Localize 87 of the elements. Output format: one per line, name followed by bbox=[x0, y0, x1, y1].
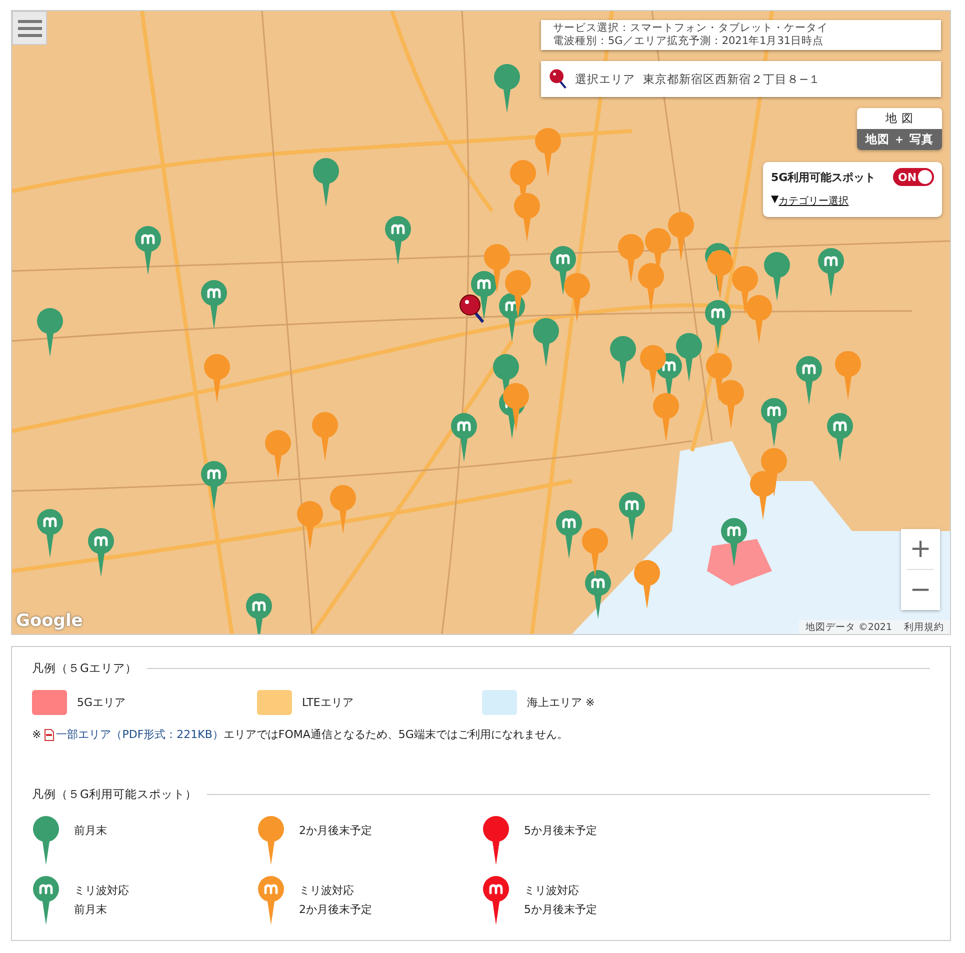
map-pin-icon bbox=[745, 295, 773, 345]
map-pin-icon bbox=[581, 528, 609, 578]
map-pin-icon bbox=[617, 234, 645, 284]
note-text: エリアではFOMA通信となるため、5G端末ではご利用になれません。 bbox=[223, 727, 568, 742]
legend-label: ミリ波対応 bbox=[524, 883, 580, 898]
terms-link[interactable]: 利用規約 bbox=[898, 620, 950, 634]
legend-label: 前月末 bbox=[74, 823, 107, 838]
legend-label: 5Gエリア bbox=[77, 695, 126, 710]
selected-area-label: 選択エリア bbox=[575, 72, 635, 86]
map-pin-icon bbox=[513, 193, 541, 243]
mmwave-pin-icon bbox=[245, 593, 273, 634]
map-pin-icon bbox=[639, 345, 667, 395]
info-text: サービス選択：スマートフォン・タブレット・ケータイ bbox=[553, 22, 829, 35]
map-pin-icon bbox=[311, 412, 339, 462]
mmwave-pin-icon bbox=[87, 528, 115, 578]
mmwave-pin-icon bbox=[200, 461, 228, 511]
legend-label: ミリ波対応 bbox=[74, 883, 129, 898]
map-pin-icon bbox=[532, 318, 560, 368]
legend-label: 5か月後末予定 bbox=[524, 902, 597, 917]
map-pin-icon bbox=[504, 270, 532, 320]
legend-label: 5か月後末予定 bbox=[524, 823, 597, 838]
mmwave-pin-icon bbox=[817, 248, 845, 298]
legend-label: 2か月後末予定 bbox=[299, 823, 372, 838]
map-pin-icon bbox=[633, 560, 661, 610]
map-pin-icon bbox=[312, 158, 340, 208]
coverage-area bbox=[707, 539, 772, 586]
category-link[interactable]: カテゴリー選択 bbox=[778, 194, 849, 208]
note-mark: ※ bbox=[32, 728, 42, 741]
map-pin-icon bbox=[667, 212, 695, 262]
map-pin-icon bbox=[203, 354, 231, 404]
zoom-in-button[interactable]: + bbox=[901, 529, 940, 569]
mmwave-pin-icon bbox=[36, 509, 64, 559]
map-view[interactable]: サービス選択：スマートフォン・タブレット・ケータイ 電波種別：5G／エリア拡充予測：2021年1月31日時点 選択エリア 東京都新宿区西新宿２丁目８−１ 地 図 地図 ＋ 写真 5G利用可能スポット ON ▼カテゴリー選択 + − Google 地図データ ©2021 利用規約 bbox=[11, 10, 951, 635]
pdf-icon bbox=[44, 728, 54, 740]
zoom-out-button[interactable]: − bbox=[901, 570, 940, 610]
mmwave-pin-icon bbox=[720, 518, 748, 568]
map-pin-icon bbox=[834, 351, 862, 401]
map-attribution: 地図データ ©2021 bbox=[804, 620, 893, 634]
map-pin-icon bbox=[296, 501, 324, 551]
mmwave-pin-icon bbox=[584, 570, 612, 620]
map-pin-icon bbox=[329, 485, 357, 535]
selected-area-address: 東京都新宿区西新宿２丁目８−１ bbox=[643, 72, 821, 86]
map-type-button[interactable]: 地 図 bbox=[857, 108, 942, 129]
mmwave-pin-icon bbox=[200, 280, 228, 330]
map-logo: Google bbox=[16, 611, 83, 631]
map-pin-icon bbox=[749, 471, 777, 521]
map-pin-icon bbox=[493, 64, 521, 114]
map-pin-icon bbox=[706, 250, 734, 300]
mmwave-pin-icon bbox=[760, 398, 788, 448]
map-pin-icon bbox=[534, 128, 562, 178]
map-pin-icon bbox=[264, 430, 292, 480]
map-pin-icon bbox=[502, 383, 530, 433]
mmwave-pin-icon bbox=[704, 300, 732, 350]
map-pin-icon bbox=[705, 353, 733, 403]
map-pin-icon bbox=[652, 393, 680, 443]
map-pin-icon bbox=[731, 266, 759, 316]
location-pin-icon bbox=[549, 67, 567, 91]
map-pin-icon bbox=[675, 333, 703, 383]
map-pin-icon bbox=[563, 273, 591, 323]
map-pin-icon bbox=[763, 252, 791, 302]
legend-label: 海上エリア ※ bbox=[527, 695, 595, 710]
mmwave-pin-icon bbox=[134, 226, 162, 276]
legend-label: 2か月後末予定 bbox=[299, 902, 372, 917]
mmwave-pin-icon bbox=[618, 492, 646, 542]
map-pin-icon bbox=[717, 380, 745, 430]
map-pin-icon bbox=[483, 244, 511, 294]
location-pin-icon bbox=[459, 294, 485, 324]
map-type-button[interactable]: 地図 ＋ 写真 bbox=[857, 129, 942, 150]
map-pin-icon bbox=[36, 308, 64, 358]
legend-title: 凡例（５G利用可能スポット） bbox=[32, 787, 197, 802]
mmwave-pin-icon bbox=[384, 216, 412, 266]
mmwave-pin-icon bbox=[795, 356, 823, 406]
legend-label: ミリ波対応 bbox=[299, 883, 355, 898]
map-pin-icon bbox=[609, 336, 637, 386]
mmwave-pin-icon bbox=[826, 413, 854, 463]
pdf-link[interactable]: 一部エリア（PDF形式：221KB） bbox=[56, 727, 224, 742]
spot-toggle-label: 5G利用可能スポット bbox=[771, 170, 876, 184]
legend-title: 凡例（５Gエリア） bbox=[32, 661, 137, 676]
menu-button[interactable] bbox=[12, 11, 47, 45]
legend-label: LTEエリア bbox=[302, 695, 354, 710]
info-text: 電波種別：5G／エリア拡充予測：2021年1月31日時点 bbox=[553, 35, 825, 48]
mmwave-pin-icon bbox=[450, 413, 478, 463]
map-pin-icon bbox=[637, 263, 665, 313]
legend-label: 前月末 bbox=[74, 902, 108, 917]
caret-icon: ▼ bbox=[771, 194, 779, 208]
mmwave-pin-icon bbox=[555, 510, 583, 560]
toggle-switch[interactable]: ON bbox=[893, 168, 934, 186]
